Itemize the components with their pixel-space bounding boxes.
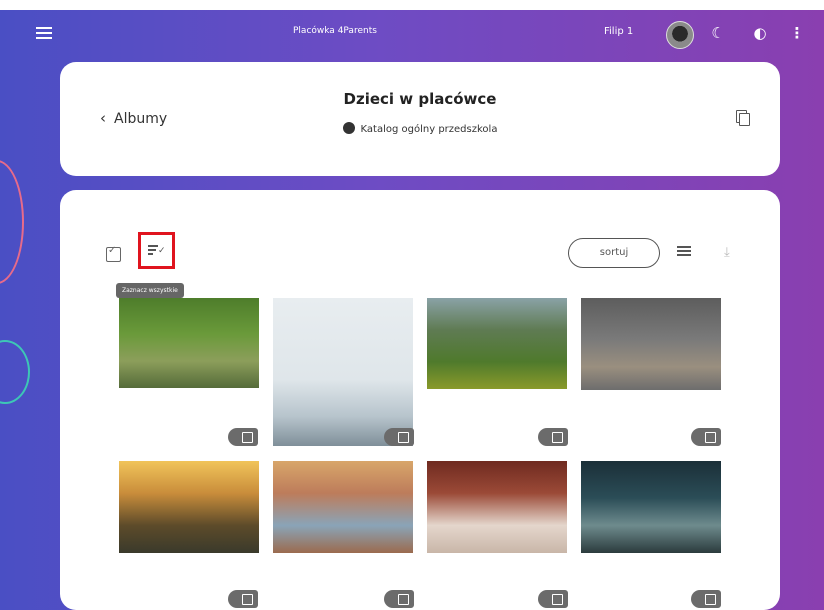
copy-icon[interactable]	[736, 110, 750, 126]
sort-button[interactable]: sortuj	[568, 238, 660, 268]
photo-select-toggle[interactable]	[384, 428, 414, 446]
list-icon	[148, 245, 158, 257]
filter-icon[interactable]	[677, 244, 691, 258]
globe-icon	[342, 122, 355, 134]
app-title: Placówka 4Parents	[293, 26, 377, 36]
top-edge-strip	[0, 0, 824, 10]
select-all-button[interactable]: ✓	[138, 232, 175, 269]
photo-select-toggle[interactable]	[538, 428, 568, 446]
menu-icon[interactable]	[36, 27, 52, 39]
avatar[interactable]	[666, 21, 694, 49]
app-bar: Placówka 4Parents Filip 1 ☾ ◐ ⋮	[0, 10, 824, 60]
photo-select-toggle[interactable]	[691, 428, 721, 446]
album-title: Dzieci w placówce	[343, 90, 497, 108]
contrast-icon[interactable]: ◐	[749, 22, 771, 44]
album-subtitle: Katalog ogólny przedszkola	[60, 122, 780, 135]
photo-children-pond[interactable]	[119, 298, 259, 388]
photo-select-toggle[interactable]	[228, 590, 258, 608]
album-header-card: ‹ Albumy Dzieci w placówce Katalog ogólny…	[60, 62, 780, 176]
photo-children-sunset[interactable]	[119, 461, 259, 553]
photo-select-toggle[interactable]	[384, 590, 414, 608]
select-all-tooltip: Zaznacz wszystkie	[116, 283, 184, 298]
photo-misty-landscape[interactable]	[273, 298, 413, 446]
album-subtitle-text: Katalog ogólny przedszkola	[360, 124, 498, 135]
photo-grid-card: ✓ Zaznacz wszystkie sortuj ⤓	[60, 190, 780, 610]
decorative-arc-pink	[0, 160, 24, 284]
photo-two-girls-pier[interactable]	[581, 298, 721, 390]
download-icon[interactable]: ⤓	[724, 245, 730, 260]
check-icon: ✓	[158, 246, 166, 256]
user-name[interactable]: Filip 1	[604, 26, 633, 37]
photo-kids-laptop[interactable]	[273, 461, 413, 553]
select-mode-icon[interactable]	[106, 245, 121, 262]
photo-child-writing[interactable]	[427, 461, 567, 553]
decorative-arc-teal	[0, 340, 30, 404]
more-vert-icon[interactable]: ⋮	[786, 22, 808, 44]
photo-kids-forest[interactable]	[581, 461, 721, 553]
photo-kids-cameras[interactable]	[427, 298, 567, 389]
moon-icon[interactable]: ☾	[707, 22, 729, 44]
photo-select-toggle[interactable]	[228, 428, 258, 446]
photo-select-toggle[interactable]	[691, 590, 721, 608]
photo-select-toggle[interactable]	[538, 590, 568, 608]
